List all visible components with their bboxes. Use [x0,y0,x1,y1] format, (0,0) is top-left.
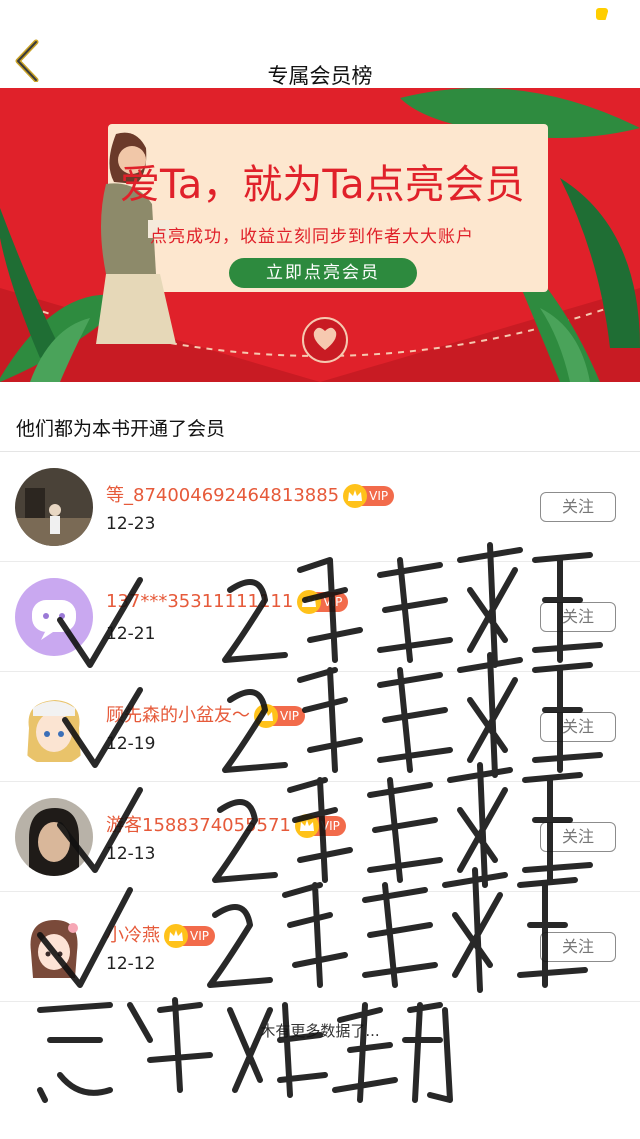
member-name: 顾先森的小盆友～ VIP [106,701,305,728]
avatar[interactable] [15,468,93,546]
crown-icon [297,590,322,614]
section-header: 他们都为本书开通了会员 [0,382,640,452]
vip-badge: VIP [343,484,395,508]
member-date: 12-21 [106,624,156,644]
crown-icon [343,484,368,508]
anime-girl-avatar-icon [15,688,93,766]
no-more-data-note: 木有更多数据了... [260,1022,380,1040]
banner-headline: 爱Ta，就为Ta点亮会员 [120,162,525,208]
follow-button[interactable]: 关注 [540,602,616,632]
crown-icon [164,924,188,948]
list-item[interactable]: 137***35311111111 VIP 12-21 关注 [0,562,640,672]
member-name: 137***35311111111 VIP [106,590,349,614]
vip-badge: VIP [164,924,215,948]
follow-button[interactable]: 关注 [540,492,616,522]
crown-icon [294,814,319,838]
crown-icon [254,704,278,728]
follow-button[interactable]: 关注 [540,822,616,852]
avatar[interactable] [15,798,93,876]
list-item[interactable]: 顾先森的小盆友～ VIP 12-19 关注 [0,672,640,782]
vip-badge: VIP [297,590,349,614]
avatar[interactable] [15,578,93,656]
banner-subtext: 点亮成功，收益立刻同步到作者大大账户 [150,227,474,247]
light-up-membership-button[interactable]: 立即点亮会员 [229,258,417,288]
member-list: 等_874004692464813885 VIP 12-23 关注 137***3… [0,452,640,1002]
member-date: 12-23 [106,514,156,534]
member-date: 12-13 [106,844,156,864]
member-date: 12-19 [106,734,156,754]
avatar[interactable] [15,908,93,986]
avatar[interactable] [15,688,93,766]
status-bar [0,0,640,30]
list-item[interactable]: 游客1588374055571 VIP 12-13 关注 [0,782,640,892]
nav-bar: 专属会员榜 [0,30,640,88]
member-name: 小冷燕 VIP [106,921,215,948]
member-name: 等_874004692464813885 VIP [106,481,395,508]
list-item[interactable]: 等_874004692464813885 VIP 12-23 关注 [0,452,640,562]
member-date: 12-12 [106,954,156,974]
battery-icon [596,8,608,20]
photo-avatar-icon [15,468,93,546]
follow-button[interactable]: 关注 [540,712,616,742]
list-item[interactable]: 小冷燕 VIP 12-12 关注 [0,892,640,1002]
anime-girl-avatar-icon [15,908,93,986]
photo-avatar-icon [15,798,93,876]
section-title: 他们都为本书开通了会员 [16,418,226,440]
vip-badge: VIP [254,704,305,728]
default-avatar-icon [15,578,93,656]
vip-badge: VIP [294,814,346,838]
page-title: 专属会员榜 [267,64,373,88]
follow-button[interactable]: 关注 [540,932,616,962]
member-name: 游客1588374055571 VIP [106,811,346,838]
promo-banner[interactable]: 爱Ta，就为Ta点亮会员 点亮成功，收益立刻同步到作者大大账户 立即点亮会员 [0,88,640,382]
